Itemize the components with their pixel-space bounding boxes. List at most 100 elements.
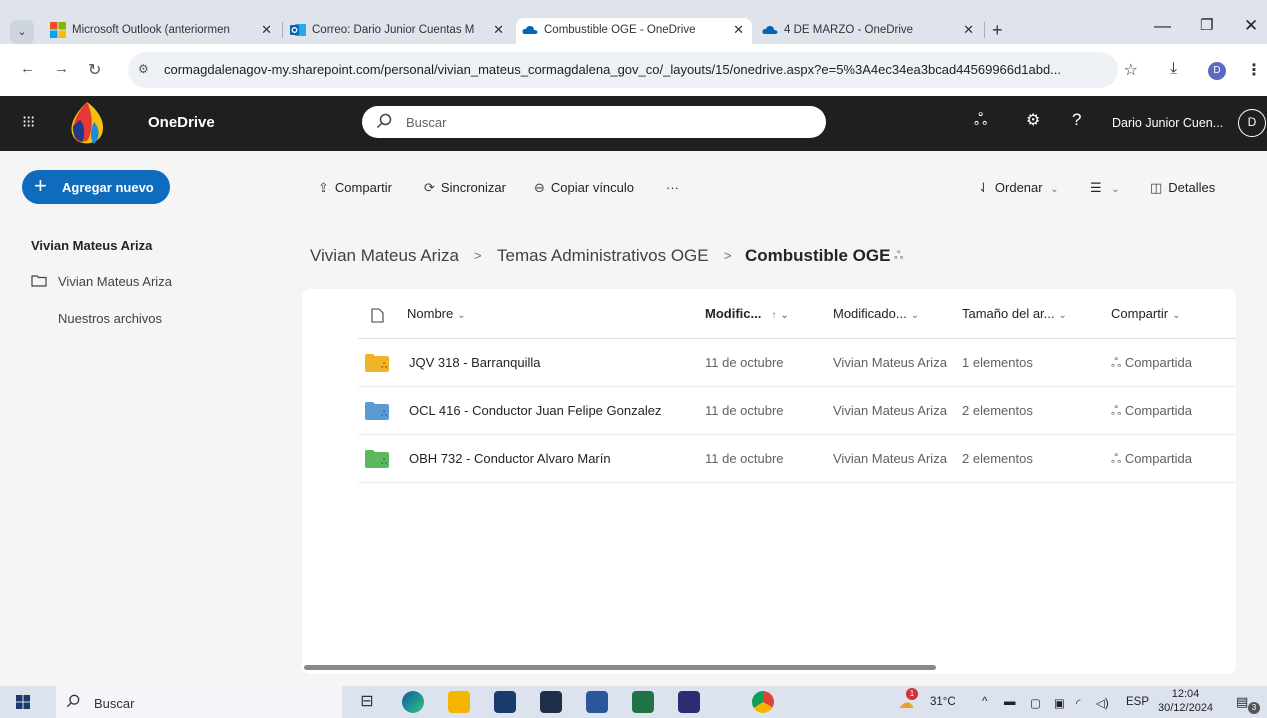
webex-icon[interactable]: [678, 691, 700, 713]
close-icon[interactable]: ✕: [733, 22, 744, 38]
share-icon: ⇪: [318, 180, 329, 195]
column-header-modified-by[interactable]: Modificado... ⌄: [833, 306, 919, 321]
view-options-button[interactable]: ☰ ⌄: [1090, 180, 1120, 196]
weather-temperature[interactable]: 31°C: [930, 696, 956, 708]
back-icon[interactable]: ←: [20, 60, 35, 77]
file-modified-by[interactable]: Vivian Mateus Ariza: [833, 403, 959, 418]
nav-heading[interactable]: Vivian Mateus Ariza: [31, 238, 152, 253]
clock-date: 30/12/2024: [1158, 702, 1214, 714]
nav-item-vivian-mateus-ariza[interactable]: Vivian Mateus Ariza: [58, 274, 172, 289]
close-icon[interactable]: ✕: [261, 22, 272, 38]
address-bar[interactable]: ⚙ cormagdalenagov-my.sharepoint.com/pers…: [128, 52, 1138, 88]
sort-button[interactable]: ⇃ Ordenar ⌄: [978, 180, 1059, 196]
table-row[interactable]: ஃ OBH 732 - Conductor Alvaro Marín 11 de…: [358, 435, 1236, 483]
sharing-status[interactable]: ஃ Compartida: [1111, 355, 1192, 372]
chrome-icon[interactable]: [752, 691, 774, 713]
share-button[interactable]: ⇪ Compartir: [318, 180, 392, 196]
column-header-modified[interactable]: Modific... ↑ ⌄: [705, 306, 789, 321]
sync-button[interactable]: ⟳ Sincronizar: [424, 180, 506, 196]
shared-folder-icon: ஃ: [365, 450, 389, 468]
download-icon[interactable]: ⤓: [1170, 60, 1177, 78]
tray-app-icon[interactable]: ▬: [1004, 696, 1016, 708]
horizontal-scrollbar[interactable]: [304, 665, 936, 670]
file-explorer-icon[interactable]: [448, 691, 470, 713]
volume-icon[interactable]: ◁): [1096, 696, 1109, 710]
tray-meet-icon[interactable]: ▢: [1030, 696, 1041, 710]
window-close-icon[interactable]: ✕: [1244, 16, 1258, 36]
taskbar-search[interactable]: Buscar: [56, 686, 342, 718]
tray-app-icon[interactable]: ▣: [1054, 696, 1065, 710]
site-info-icon[interactable]: ⚙: [138, 62, 149, 76]
column-header-size[interactable]: Tamaño del ar... ⌄: [962, 306, 1067, 321]
add-new-button[interactable]: + Agregar nuevo: [22, 170, 170, 204]
url-text[interactable]: cormagdalenagov-my.sharepoint.com/person…: [164, 62, 1061, 77]
microsoft-store-icon[interactable]: [494, 691, 516, 713]
gear-icon[interactable]: ⚙: [1026, 110, 1040, 130]
word-icon[interactable]: [586, 691, 608, 713]
details-button[interactable]: ◫ Detalles: [1150, 180, 1215, 196]
chevron-down-icon: ⌄: [1111, 184, 1120, 195]
file-name[interactable]: OCL 416 - Conductor Juan Felipe Gonzalez: [409, 403, 699, 418]
new-tab-icon[interactable]: +: [992, 20, 1003, 41]
onedrive-cloud-icon: [762, 25, 778, 34]
close-icon[interactable]: ✕: [963, 22, 974, 38]
user-name[interactable]: Dario Junior Cuen...: [1112, 116, 1223, 130]
app-title[interactable]: OneDrive: [148, 114, 215, 131]
tab-outlook[interactable]: Microsoft Outlook (anteriormen ✕: [44, 18, 280, 44]
file-modified: 11 de octubre: [705, 451, 784, 466]
table-row[interactable]: ஃ JQV 318 - Barranquilla 11 de octubre V…: [358, 339, 1236, 387]
task-view-icon[interactable]: ⊟: [356, 691, 378, 713]
nav-item-nuestros-archivos[interactable]: Nuestros archivos: [58, 311, 162, 326]
chevron-down-icon: ⌄: [910, 310, 920, 321]
system-clock[interactable]: 12:04 30/12/2024: [1158, 687, 1213, 715]
file-modified-by[interactable]: Vivian Mateus Ariza: [833, 355, 959, 370]
tray-overflow-icon[interactable]: ^: [982, 696, 987, 708]
clock-time: 12:04: [1171, 688, 1200, 700]
app-launcher-icon[interactable]: ⁝⁝⁝: [22, 112, 35, 132]
sharing-status[interactable]: ஃ Compartida: [1111, 403, 1192, 420]
column-header-sharing[interactable]: Compartir ⌄: [1111, 306, 1180, 321]
reload-icon[interactable]: ↻: [88, 60, 101, 80]
edge-browser-icon[interactable]: [402, 691, 424, 713]
close-icon[interactable]: ✕: [493, 22, 504, 38]
table-row[interactable]: ஃ OCL 416 - Conductor Juan Felipe Gonzal…: [358, 387, 1236, 435]
more-actions-button[interactable]: ···: [666, 180, 679, 195]
chevron-down-icon: ⌄: [1050, 184, 1059, 195]
notification-icon[interactable]: ▤: [1236, 694, 1248, 710]
taskbar: Buscar ⊟ ☁ 1 31°C ^ ▬ ▢ ▣ ◜ ◁) ESP 12:04…: [0, 686, 1267, 718]
bookmark-star-icon[interactable]: ☆: [1124, 60, 1138, 80]
breadcrumb-item[interactable]: Vivian Mateus Ariza: [310, 246, 459, 266]
file-size: 2 elementos: [962, 403, 1033, 418]
tab-correo[interactable]: Correo: Dario Junior Cuentas M ✕: [284, 18, 512, 44]
tab-4-de-marzo[interactable]: 4 DE MARZO - OneDrive ✕: [756, 18, 984, 44]
file-modified-by[interactable]: Vivian Mateus Ariza: [833, 451, 959, 466]
sharing-label: Compartida: [1124, 451, 1193, 466]
restore-icon[interactable]: ❐: [1200, 16, 1213, 34]
chevron-right-icon: >: [724, 248, 732, 263]
language-indicator[interactable]: ESP: [1126, 696, 1149, 708]
windows-start-icon[interactable]: [16, 695, 30, 709]
tab-label: Correo: Dario Junior Cuentas M: [312, 24, 475, 36]
tab-search-button[interactable]: ⌄: [10, 20, 34, 44]
browser-profile-avatar[interactable]: D: [1208, 62, 1226, 80]
file-modified: 11 de octubre: [705, 355, 784, 370]
copy-link-button[interactable]: ⊖ Copiar vínculo: [534, 180, 634, 196]
wifi-icon[interactable]: ◜: [1076, 696, 1080, 710]
share-network-icon[interactable]: ஃ: [974, 110, 987, 132]
sharing-status[interactable]: ஃ Compartida: [1111, 451, 1192, 468]
forward-icon[interactable]: →: [54, 60, 69, 77]
breadcrumb-item[interactable]: Temas Administrativos OGE: [497, 246, 709, 266]
column-header-name[interactable]: Nombre ⌄: [407, 306, 466, 321]
file-name[interactable]: JQV 318 - Barranquilla: [409, 355, 699, 370]
file-name[interactable]: OBH 732 - Conductor Alvaro Marín: [409, 451, 699, 466]
excel-icon[interactable]: [632, 691, 654, 713]
avatar[interactable]: D: [1238, 109, 1266, 137]
column-sharing-label: Compartir: [1111, 306, 1169, 321]
tab-combustible-oge[interactable]: Combustible OGE - OneDrive ✕: [516, 18, 752, 44]
minimize-icon[interactable]: —: [1154, 16, 1171, 36]
help-icon[interactable]: ?: [1072, 110, 1081, 130]
folder-icon: [31, 275, 47, 287]
mail-icon[interactable]: [540, 691, 562, 713]
search-input[interactable]: Buscar: [362, 106, 826, 138]
browser-menu-icon[interactable]: ⋮: [1246, 60, 1262, 80]
